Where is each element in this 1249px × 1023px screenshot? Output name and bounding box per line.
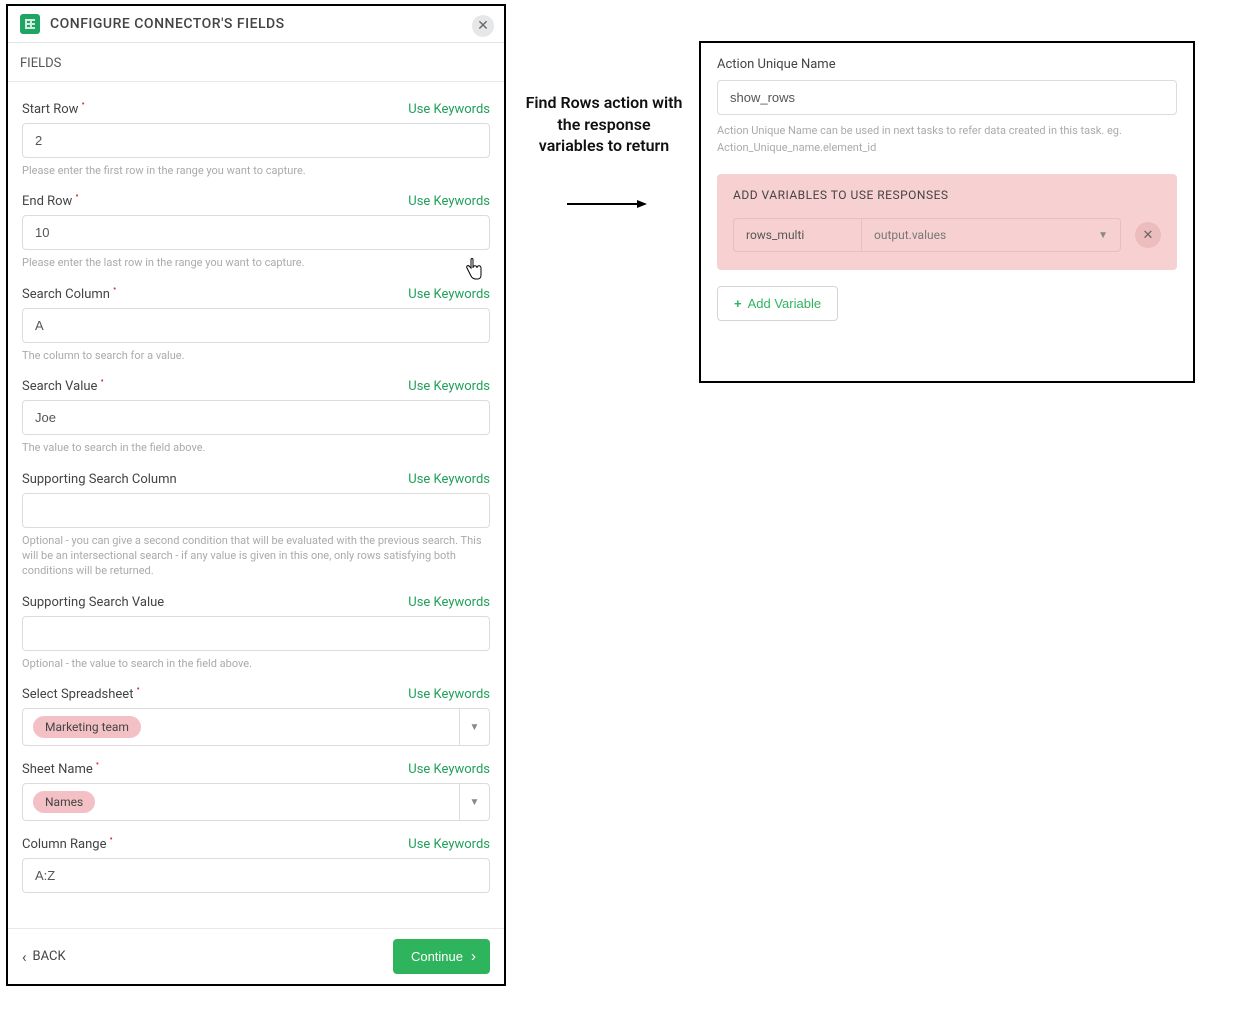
field-search-column: Search Column Use Keywords The column to… — [22, 287, 490, 363]
field-spreadsheet: Select Spreadsheet Use Keywords Marketin… — [22, 687, 490, 746]
field-sheet-name: Sheet Name Use Keywords Names ▼ — [22, 762, 490, 821]
chevron-down-icon[interactable]: ▼ — [459, 709, 489, 745]
use-keywords-spreadsheet[interactable]: Use Keywords — [408, 687, 490, 702]
input-column-range[interactable] — [22, 858, 490, 893]
close-button[interactable]: ✕ — [472, 15, 494, 37]
field-start-row: Start Row Use Keywords Please enter the … — [22, 102, 490, 178]
chevron-down-icon: ▼ — [1098, 230, 1108, 241]
use-keywords-column-range[interactable]: Use Keywords — [408, 837, 490, 852]
variables-section: ADD VARIABLES TO USE RESPONSES rows_mult… — [717, 174, 1177, 270]
use-keywords-support-value[interactable]: Use Keywords — [408, 595, 490, 610]
section-fields-label: FIELDS — [8, 43, 504, 82]
remove-variable-button[interactable]: ✕ — [1135, 222, 1161, 248]
close-icon: ✕ — [1143, 228, 1154, 243]
hint-start-row: Please enter the first row in the range … — [22, 163, 490, 178]
field-support-column: Supporting Search Column Use Keywords Op… — [22, 472, 490, 579]
label-sheet-name: Sheet Name — [22, 762, 96, 777]
label-column-range: Column Range — [22, 837, 110, 852]
use-keywords-search-value[interactable]: Use Keywords — [408, 379, 490, 394]
hint-search-value: The value to search in the field above. — [22, 440, 490, 455]
field-support-value: Supporting Search Value Use Keywords Opt… — [22, 595, 490, 671]
close-icon: ✕ — [477, 18, 489, 34]
label-search-column: Search Column — [22, 287, 113, 302]
panel-header: CONFIGURE CONNECTOR'S FIELDS ✕ — [8, 6, 504, 43]
action-unique-name-panel: Action Unique Name Action Unique Name ca… — [699, 41, 1195, 383]
variable-select[interactable]: output.values ▼ — [861, 218, 1121, 252]
configure-connector-panel: CONFIGURE CONNECTOR'S FIELDS ✕ FIELDS St… — [6, 4, 506, 986]
hint-support-value: Optional - the value to search in the fi… — [22, 656, 490, 671]
panel-body: Start Row Use Keywords Please enter the … — [8, 82, 504, 928]
use-keywords-search-column[interactable]: Use Keywords — [408, 287, 490, 302]
label-support-value: Supporting Search Value — [22, 595, 164, 610]
input-action-unique-name[interactable] — [717, 80, 1177, 115]
input-start-row[interactable] — [22, 123, 490, 158]
chevron-down-icon[interactable]: ▼ — [459, 784, 489, 820]
hint-action-unique-name: Action Unique Name can be used in next t… — [717, 123, 1177, 156]
field-column-range: Column Range Use Keywords — [22, 837, 490, 893]
back-label: BACK — [33, 949, 66, 964]
label-spreadsheet: Select Spreadsheet — [22, 687, 137, 702]
panel-title: CONFIGURE CONNECTOR'S FIELDS — [50, 16, 285, 32]
sheet-name-pill: Names — [33, 791, 95, 813]
spreadsheet-pill: Marketing team — [33, 716, 141, 738]
label-start-row: Start Row — [22, 102, 82, 117]
variables-title: ADD VARIABLES TO USE RESPONSES — [733, 188, 1161, 202]
plus-icon: + — [734, 296, 742, 311]
panel-footer: ‹ BACK Continue › — [8, 928, 504, 984]
variable-row: rows_multi output.values ▼ ✕ — [733, 218, 1161, 252]
label-search-value: Search Value — [22, 379, 101, 394]
input-search-column[interactable] — [22, 308, 490, 343]
chevron-left-icon: ‹ — [22, 948, 27, 966]
variable-select-value: output.values — [874, 228, 946, 242]
input-search-value[interactable] — [22, 400, 490, 435]
sheets-icon — [20, 14, 40, 34]
back-button[interactable]: ‹ BACK — [22, 948, 66, 966]
arrow-icon — [567, 198, 647, 208]
input-end-row[interactable] — [22, 215, 490, 250]
chevron-right-icon: › — [471, 948, 476, 965]
select-spreadsheet[interactable]: Marketing team ▼ — [22, 708, 490, 746]
add-variable-label: Add Variable — [748, 296, 821, 311]
label-end-row: End Row — [22, 194, 76, 209]
hint-search-column: The column to search for a value. — [22, 348, 490, 363]
use-keywords-end-row[interactable]: Use Keywords — [408, 194, 490, 209]
use-keywords-sheet-name[interactable]: Use Keywords — [408, 762, 490, 777]
input-support-value[interactable] — [22, 616, 490, 651]
hint-end-row: Please enter the last row in the range y… — [22, 255, 490, 270]
annotation-text: Find Rows action with the response varia… — [524, 92, 684, 157]
continue-button[interactable]: Continue › — [393, 939, 490, 974]
add-variable-button[interactable]: + Add Variable — [717, 286, 838, 321]
continue-label: Continue — [411, 949, 463, 964]
hint-support-column: Optional - you can give a second conditi… — [22, 533, 490, 579]
label-action-unique-name: Action Unique Name — [717, 57, 1177, 72]
field-search-value: Search Value Use Keywords The value to s… — [22, 379, 490, 455]
use-keywords-start-row[interactable]: Use Keywords — [408, 102, 490, 117]
use-keywords-support-column[interactable]: Use Keywords — [408, 472, 490, 487]
variable-name-input[interactable]: rows_multi — [733, 218, 861, 252]
label-support-column: Supporting Search Column — [22, 472, 177, 487]
select-sheet-name[interactable]: Names ▼ — [22, 783, 490, 821]
input-support-column[interactable] — [22, 493, 490, 528]
field-end-row: End Row Use Keywords Please enter the la… — [22, 194, 490, 270]
